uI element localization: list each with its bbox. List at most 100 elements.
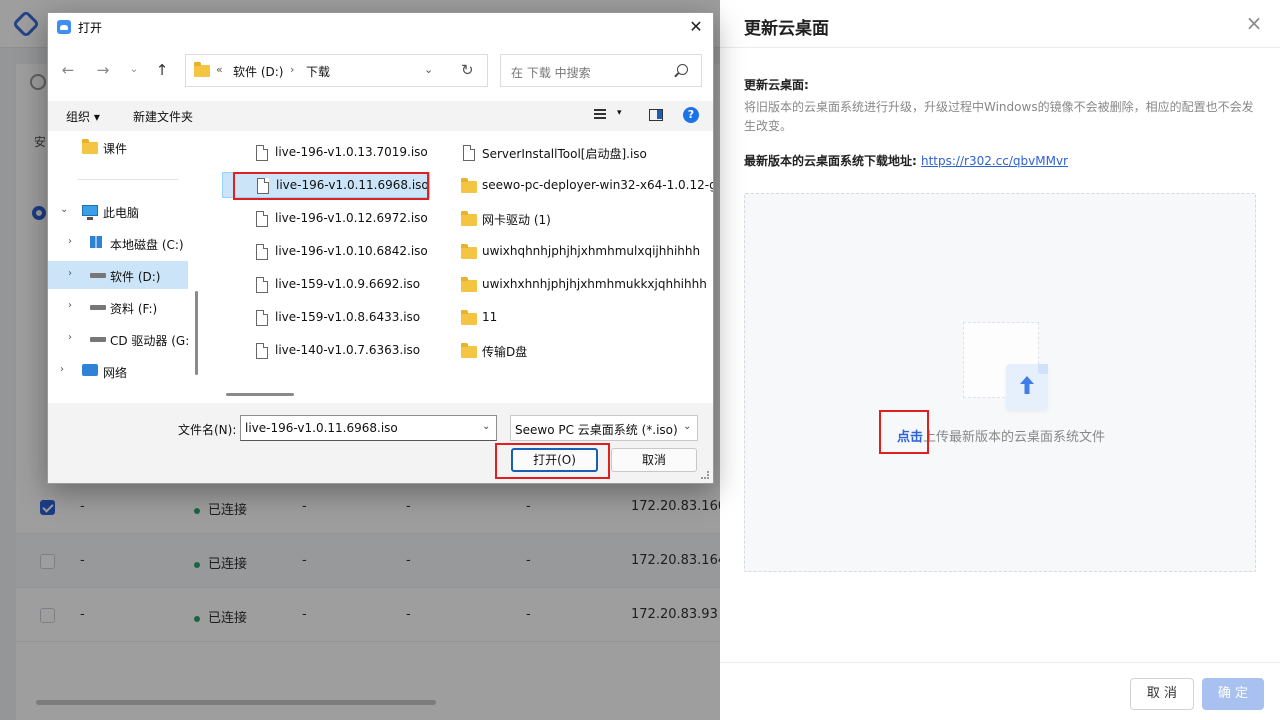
file-icon (256, 145, 268, 161)
tree-item-network[interactable]: › 网络 (48, 357, 188, 385)
chevron-right-icon[interactable]: › (68, 236, 72, 247)
search-input[interactable]: 在 下载 中搜索 (500, 54, 702, 87)
confirm-button[interactable]: 确 定 (1202, 678, 1264, 710)
divider (78, 179, 178, 180)
list-item[interactable]: live-140-v1.0.7.6363.iso (250, 338, 450, 364)
tree-item-label: 资料 (F:) (110, 302, 158, 316)
horizontal-scrollbar[interactable] (226, 393, 294, 396)
tree-item-drive-c[interactable]: › 本地磁盘 (C:) (48, 229, 188, 257)
chevron-down-icon[interactable]: ⌄ (424, 63, 433, 76)
breadcrumb-downloads[interactable]: 下载 (306, 63, 330, 80)
dialog-cancel-button[interactable]: 取消 (611, 448, 697, 472)
tree-item-courseware[interactable]: 课件 (48, 133, 188, 161)
back-arrow-icon[interactable]: ← (57, 59, 79, 81)
chevron-right-icon[interactable]: › (60, 364, 64, 375)
section-title: 更新云桌面: (744, 78, 809, 92)
tree-item-label: 网络 (103, 366, 128, 380)
file-icon (256, 343, 268, 359)
chevron-down-icon[interactable]: ⌄ (60, 204, 68, 215)
chevron-down-icon[interactable]: ⌄ (482, 421, 490, 432)
section-description: 将旧版本的云桌面系统进行升级，升级过程中Windows的镜像不会被删除，相应的配… (744, 100, 1254, 133)
chevron-down-icon[interactable]: ⌄ (683, 421, 691, 432)
folder-name: 传输D盘 (482, 345, 528, 359)
list-item[interactable]: live-196-v1.0.13.7019.iso (250, 140, 450, 166)
recent-chevron-down-icon[interactable]: ⌄ (123, 59, 145, 81)
folder-icon (461, 244, 477, 259)
update-drawer: 更新云桌面 × 更新云桌面: 将旧版本的云桌面系统进行升级，升级过程中Windo… (720, 0, 1280, 720)
open-button[interactable]: 打开(O) (511, 448, 598, 472)
address-bar[interactable]: « 软件 (D:) › 下载 ⌄ ↻ (185, 54, 488, 87)
resize-grip-icon[interactable] (701, 471, 709, 479)
list-item[interactable]: ServerInstallTool[启动盘].iso (457, 140, 713, 166)
organize-menu[interactable]: 组织 ▾ (66, 108, 100, 125)
upload-hint: 点击上传最新版本的云桌面系统文件 (745, 426, 1257, 445)
folder-icon (461, 343, 477, 358)
tree-item-cd-drive[interactable]: › CD 驱动器 (G: (48, 325, 189, 353)
file-name: live-140-v1.0.7.6363.iso (275, 343, 421, 357)
close-icon[interactable]: × (1244, 13, 1264, 33)
file-name: live-159-v1.0.9.6692.iso (275, 277, 421, 291)
filename-input[interactable]: live-196-v1.0.11.6968.iso (240, 415, 497, 441)
list-item[interactable]: live-196-v1.0.10.6842.iso (250, 239, 450, 265)
file-name: live-196-v1.0.10.6842.iso (275, 244, 428, 258)
file-icon (256, 277, 268, 293)
folder-name: uwixhxhnhjphjhjxhmhmukkxjqhhihhh (482, 277, 707, 291)
cancel-button[interactable]: 取 消 (1130, 678, 1194, 710)
file-icon (256, 244, 268, 260)
list-item[interactable]: live-159-v1.0.9.6692.iso (250, 272, 450, 298)
windows-drive-icon (90, 236, 102, 248)
list-item[interactable]: 网卡驱动 (1) (457, 206, 713, 232)
list-item[interactable]: live-159-v1.0.8.6433.iso (250, 305, 450, 331)
dialog-navbar: ← → ⌄ ↑ « 软件 (D:) › 下载 ⌄ ↻ 在 下载 中搜索 (48, 41, 713, 101)
file-icon (257, 178, 269, 194)
filename-label: 文件名(N): (178, 423, 237, 437)
download-link[interactable]: https://r302.cc/qbvMMvr (921, 154, 1068, 168)
file-name: ServerInstallTool[启动盘].iso (482, 147, 647, 161)
preview-pane-icon[interactable] (649, 109, 663, 121)
dialog-body: 课件 ⌄ 此电脑 › 本地磁盘 (C:) › 软件 (D:) › 资料 (F:)… (48, 131, 713, 403)
dialog-titlebar: 打开 ✕ (48, 13, 713, 41)
computer-icon (82, 205, 98, 220)
vertical-scrollbar[interactable] (195, 291, 198, 375)
list-item[interactable]: 传输D盘 (457, 338, 713, 364)
tree-item-drive-d[interactable]: › 软件 (D:) (48, 261, 188, 289)
file-name: live-196-v1.0.11.6968.iso (276, 178, 429, 192)
folder-icon (461, 178, 477, 193)
up-arrow-icon[interactable]: ↑ (151, 59, 173, 81)
file-icon (463, 145, 475, 161)
list-item[interactable]: 11 (457, 305, 713, 331)
filetype-select[interactable]: Seewo PC 云桌面系统 (*.iso) (510, 415, 698, 441)
list-item[interactable]: seewo-pc-deployer-win32-x64-1.0.12-ga (457, 173, 713, 199)
view-dropdown-chevron-icon[interactable]: ▾ (617, 108, 622, 118)
chevron-right-icon[interactable]: › (68, 332, 72, 343)
file-name: live-196-v1.0.13.7019.iso (275, 145, 428, 159)
tree-item-label: 本地磁盘 (C:) (110, 238, 184, 252)
file-icon (256, 211, 268, 227)
folder-icon (194, 62, 210, 77)
tree-item-this-pc[interactable]: ⌄ 此电脑 (48, 197, 188, 225)
folder-name: seewo-pc-deployer-win32-x64-1.0.12-ga (482, 178, 713, 192)
list-item[interactable]: uwixhqhnhjphjhjxhmhmulxqijhhihhh (457, 239, 713, 265)
chevron-right-icon[interactable]: › (68, 268, 72, 279)
navigation-pane: 课件 ⌄ 此电脑 › 本地磁盘 (C:) › 软件 (D:) › 资料 (F:)… (48, 131, 203, 403)
help-icon[interactable]: ? (683, 107, 699, 123)
download-row: 最新版本的云桌面系统下载地址: https://r302.cc/qbvMMvr (744, 152, 1068, 169)
drawer-header: 更新云桌面 × (720, 0, 1280, 48)
chevron-right-icon[interactable]: › (68, 300, 72, 311)
upload-file-icon (1006, 364, 1048, 410)
tree-item-label: 课件 (103, 142, 128, 156)
new-folder-button[interactable]: 新建文件夹 (133, 108, 193, 125)
tree-item-drive-f[interactable]: › 资料 (F:) (48, 293, 188, 321)
forward-arrow-icon[interactable]: → (92, 59, 114, 81)
folder-name: 网卡驱动 (1) (482, 213, 551, 227)
list-item-selected[interactable]: live-196-v1.0.11.6968.iso (222, 172, 430, 198)
refresh-icon[interactable]: ↻ (461, 61, 474, 79)
upload-dropzone[interactable]: 点击上传最新版本的云桌面系统文件 (744, 193, 1256, 572)
list-item[interactable]: live-196-v1.0.12.6972.iso (250, 206, 450, 232)
breadcrumb-drive[interactable]: 软件 (D:) (233, 63, 283, 80)
folder-icon (461, 310, 477, 325)
close-icon[interactable]: ✕ (685, 16, 707, 38)
list-item[interactable]: uwixhxhnhjphjhjxhmhmukkxjqhhihhh (457, 272, 713, 298)
upload-click-link[interactable]: 点击 (897, 430, 923, 445)
app-cloud-icon (57, 20, 71, 34)
